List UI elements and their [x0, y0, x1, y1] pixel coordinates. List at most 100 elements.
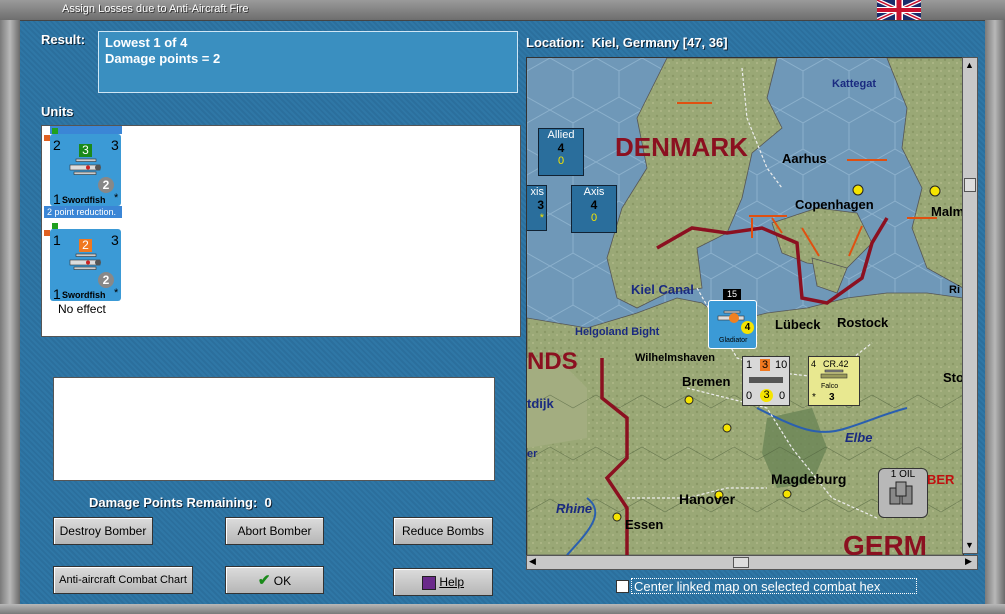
cr42-value: 3	[829, 392, 835, 403]
help-label: Help	[439, 575, 465, 589]
unit-1-note: 2 point reduction.	[44, 206, 122, 218]
kiel-unit-counter[interactable]: 4 Gladiator	[708, 300, 757, 349]
map-horizontal-scrollbar[interactable]: ◀ ▶	[526, 555, 978, 570]
axis-partial-label: xis	[530, 186, 544, 198]
map-label-berlin: BER	[927, 472, 955, 487]
damage-remaining-label: Damage Points Remaining:	[89, 495, 258, 510]
units-list[interactable]: 2 3 3 2 1 Swordfish * 2 point reduction.…	[41, 125, 521, 337]
unit-defense: 3	[111, 137, 119, 153]
kiel-unit-strength: 4	[741, 321, 754, 334]
map-label-nds: NDS	[527, 348, 578, 375]
oil-resource-counter[interactable]: 1 OIL	[878, 468, 928, 518]
map-label-kattegat: Kattegat	[832, 78, 877, 90]
unit-strength-badge: 2	[98, 177, 114, 193]
selection-highlight	[50, 126, 122, 134]
map-label-copenhagen: Copenhagen	[795, 197, 874, 212]
scroll-down-icon[interactable]: ▼	[965, 540, 974, 550]
stack-count-badge: 15	[723, 289, 741, 300]
uk-flag-icon	[877, 0, 921, 20]
unit-card-1[interactable]: 2 3 3 2 1 Swordfish *	[50, 134, 121, 207]
unit-strength-badge: 2	[98, 272, 114, 288]
map-label-wilhelmshaven: Wilhelmshaven	[635, 352, 715, 364]
unit-air-attack: 1	[53, 232, 61, 248]
map-label-aarhus: Aarhus	[782, 151, 827, 166]
cr42-name: Falco	[821, 383, 839, 390]
map-label-rhine: Rhine	[556, 501, 593, 516]
map-label-tdijk: tdijk	[527, 396, 554, 411]
axis-box-partial: xis 3 *	[527, 185, 547, 231]
result-label: Result:	[41, 32, 86, 47]
axis-label: Axis	[583, 186, 605, 198]
map-label-bremen: Bremen	[682, 374, 731, 389]
map-label-kiel-canal: Kiel Canal	[631, 282, 694, 297]
ship-val-d: 0	[746, 390, 753, 402]
map-view[interactable]: DENMARK Kattegat Aarhus Copenhagen Malm …	[526, 57, 964, 556]
scroll-right-icon[interactable]: ▶	[965, 556, 972, 567]
ship-val-a: 1	[746, 359, 753, 371]
result-line-2: Damage points = 2	[105, 51, 221, 66]
center-map-label[interactable]: Center linked map on selected combat hex	[631, 578, 917, 594]
vertical-scroll-thumb[interactable]	[964, 178, 976, 192]
kiel-unit-name: Gladiator	[719, 337, 748, 344]
scroll-left-icon[interactable]: ◀	[529, 556, 536, 567]
damage-remaining-value: 0	[264, 495, 272, 510]
ship-val-c: 10	[775, 359, 788, 371]
allied-box: Allied 4 0	[538, 128, 584, 176]
cr42-star: *	[812, 392, 816, 403]
map-label-er: er	[527, 448, 538, 460]
ship-val-e: 3	[760, 389, 773, 402]
map-label-elbe: Elbe	[845, 430, 873, 445]
map-vertical-scrollbar[interactable]: ▲ ▼	[962, 57, 978, 554]
scroll-up-icon[interactable]: ▲	[965, 60, 974, 70]
ship-val-b: 3	[760, 359, 771, 371]
axis-partial-value: 3	[537, 198, 544, 212]
reduce-bombs-button[interactable]: Reduce Bombs	[393, 517, 493, 545]
unit-star-icon: *	[114, 192, 119, 204]
allied-value: 4	[557, 141, 565, 155]
ship-icon	[749, 377, 783, 383]
unit-air-attack: 2	[53, 137, 61, 153]
map-label-germany: GERM	[843, 530, 927, 556]
destroy-bomber-button[interactable]: Destroy Bomber	[53, 517, 153, 545]
map-label-lubeck: Lübeck	[775, 317, 821, 332]
axis-box: Axis 4 0	[571, 185, 617, 233]
unit-name: Swordfish	[62, 290, 106, 300]
unit-range: 1	[53, 191, 61, 207]
ok-button[interactable]: ✔ OK	[225, 566, 324, 594]
biplane-icon	[820, 369, 848, 379]
map-label-hanover: Hanover	[679, 491, 736, 507]
biplane-icon	[69, 253, 101, 270]
ship-unit-counter[interactable]: 1 3 10 0 3 0	[742, 356, 790, 406]
right-border	[985, 20, 1005, 614]
horizontal-scroll-thumb[interactable]	[733, 557, 749, 568]
axis-sub: 0	[590, 212, 598, 224]
help-button[interactable]: Help	[393, 568, 493, 596]
biplane-icon	[69, 158, 101, 175]
oil-barrels-icon	[889, 481, 913, 505]
unit-defense: 3	[111, 232, 119, 248]
map-label-denmark: DENMARK	[615, 132, 748, 162]
abort-bomber-button[interactable]: Abort Bomber	[225, 517, 324, 545]
ship-val-f: 0	[779, 390, 786, 402]
left-border	[0, 20, 20, 614]
map-label-ri: Ri	[949, 284, 960, 296]
window-title: Assign Losses due to Anti-Aircraft Fire	[62, 3, 249, 15]
map-label-stettin: Sto	[943, 370, 964, 385]
axis-value: 4	[590, 198, 598, 212]
checkmark-icon: ✔	[257, 572, 271, 589]
allied-label: Allied	[547, 129, 575, 141]
units-label: Units	[41, 104, 74, 119]
center-map-checkbox[interactable]	[616, 580, 629, 593]
aa-combat-chart-button[interactable]: Anti-aircraft Combat Chart	[53, 566, 193, 594]
unit-name: Swordfish	[62, 195, 106, 205]
cr42-unit-counter[interactable]: 4 CR.42 Falco 3 *	[808, 356, 860, 406]
map-label-rostock: Rostock	[837, 315, 889, 330]
location-value: Kiel, Germany [47, 36]	[591, 35, 728, 50]
message-box	[53, 377, 495, 481]
location-caption: Location:	[526, 35, 585, 50]
book-icon	[421, 575, 436, 590]
unit-range: 1	[53, 286, 61, 302]
unit-card-2[interactable]: 1 2 3 2 1 Swordfish *	[50, 229, 121, 302]
unit-2-note: No effect	[58, 302, 106, 316]
cr42-attack: 4	[811, 359, 817, 369]
